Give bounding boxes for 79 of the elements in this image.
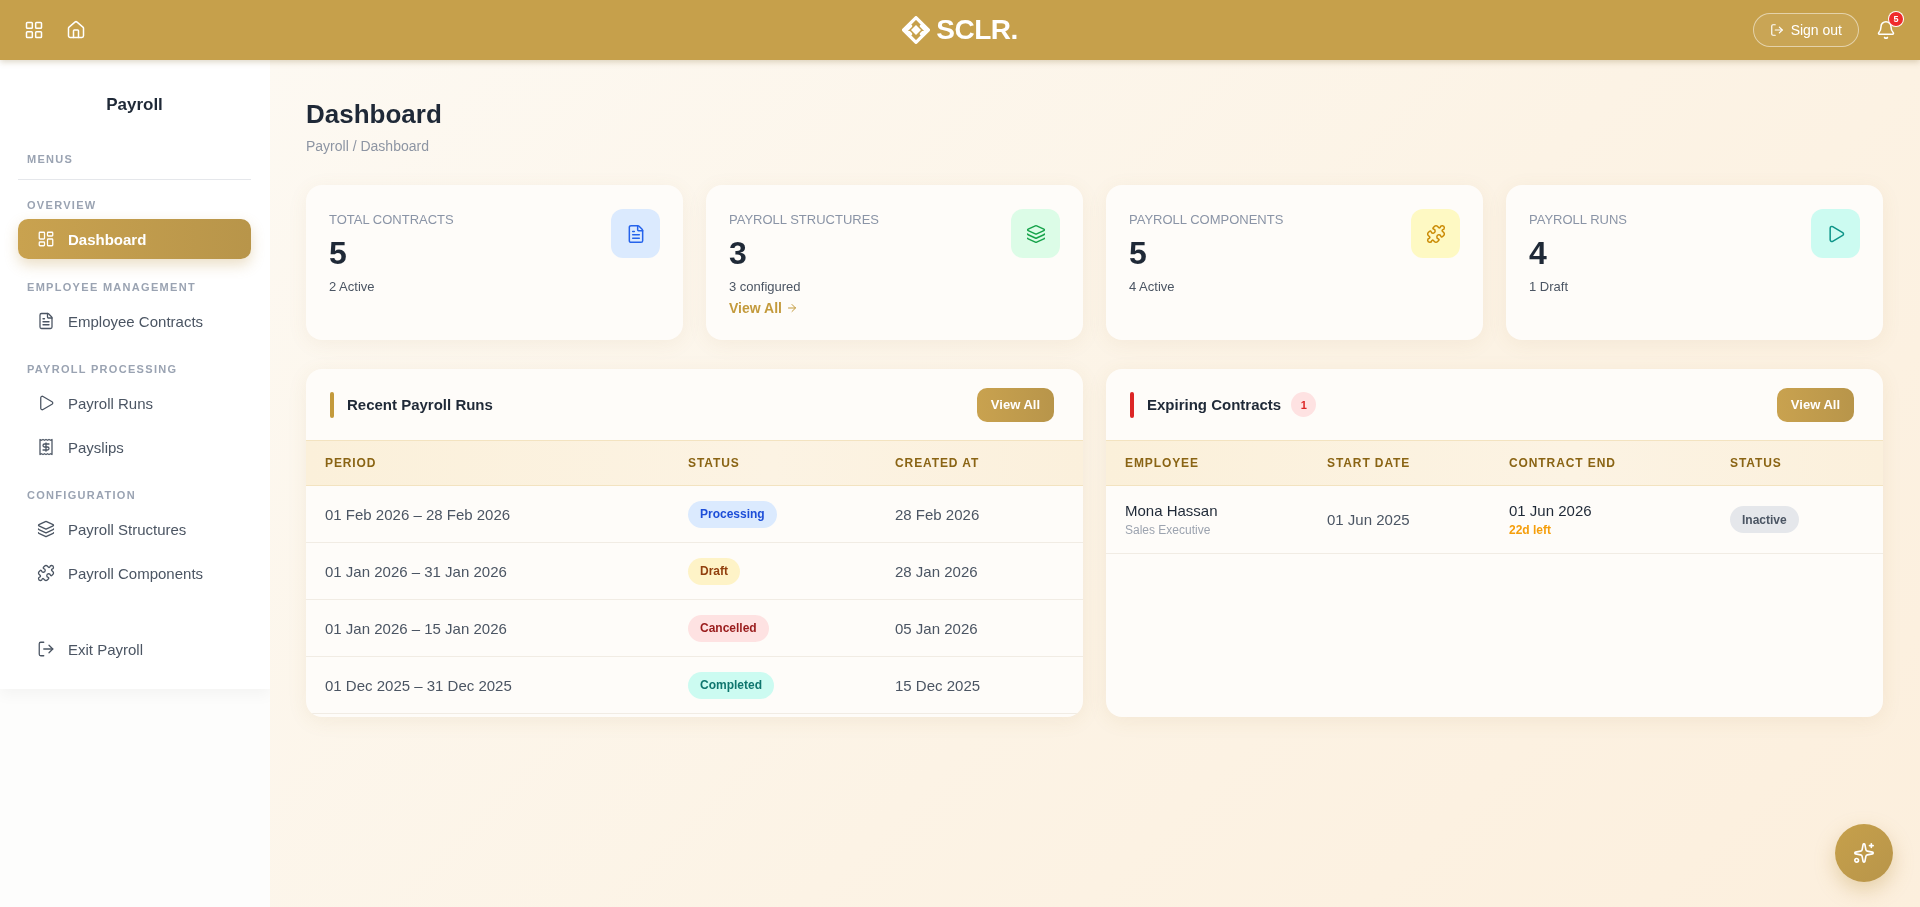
home-button[interactable] (66, 20, 86, 40)
table-cell-text: 01 Jan 2026 – 15 Jan 2026 (324, 619, 507, 637)
stat-caption: 4 Active (1129, 279, 1175, 295)
status-badge: Cancelled (688, 614, 769, 642)
puzzle-icon (1411, 209, 1460, 258)
breadcrumb: Payroll / Dashboard (306, 137, 430, 155)
column-header: STATUS (1729, 456, 1783, 470)
column-header: START DATE (1326, 456, 1412, 470)
status-badge: Processing (688, 500, 777, 528)
accent-bar (330, 391, 334, 418)
table-cell-text: 05 Jan 2026 (894, 619, 978, 637)
layers-icon (1011, 209, 1060, 258)
sidebar-item[interactable]: Payroll Runs (18, 383, 251, 423)
sidebar-section-label: CONFIGURATION (26, 488, 137, 502)
column-header: CREATED AT (894, 456, 981, 470)
table-cell-text: 28 Feb 2026 (894, 505, 980, 523)
stat-value: 5 (1129, 235, 1147, 271)
column-header: STATUS (687, 456, 741, 470)
layers-icon (37, 520, 55, 538)
notifications-button[interactable] (1876, 20, 1896, 40)
status-badge: Inactive (1730, 506, 1799, 533)
stat-caption: 3 configured (729, 279, 801, 295)
sidebar-section-label: EMPLOYEE MANAGEMENT (26, 280, 197, 294)
sidebar-section-label: PAYROLL PROCESSING (26, 362, 179, 376)
table-cell-text: 01 Feb 2026 – 28 Feb 2026 (324, 505, 511, 523)
status-badge: Draft (688, 557, 740, 585)
exit-payroll-link[interactable]: Exit Payroll (18, 629, 251, 669)
logout-icon (1769, 23, 1784, 37)
logout-icon (37, 640, 55, 658)
table-cell-text: 01 Jun 2025 (1326, 511, 1410, 528)
employee-role: Sales Executive (1125, 523, 1211, 538)
accent-bar (1130, 391, 1134, 418)
sidebar-item[interactable]: Payroll Components (18, 553, 251, 593)
sidebar-item[interactable]: Payslips (18, 427, 251, 467)
brand-name: SCLR. (936, 14, 1018, 46)
stat-value: 3 (729, 235, 747, 271)
stat-label: PAYROLL COMPONENTS (1129, 212, 1284, 228)
contract-end-date: 01 Jun 2026 (1509, 501, 1592, 520)
stat-label: TOTAL CONTRACTS (329, 212, 454, 228)
dashboard-grid-icon (37, 230, 55, 248)
table-cell-text: 01 Jan 2026 – 31 Jan 2026 (324, 562, 507, 580)
document-icon (37, 312, 55, 330)
stat-value: 4 (1529, 235, 1547, 271)
table-cell-text: 28 Jan 2026 (894, 562, 978, 580)
sidebar-title: Payroll (105, 94, 164, 116)
play-icon (37, 394, 55, 412)
home-icon (66, 20, 86, 40)
sidebar-section-label: OVERVIEW (26, 198, 98, 212)
sparkle-icon (1853, 842, 1875, 864)
bell-icon (1876, 20, 1896, 40)
diamond-logo-icon (902, 16, 931, 44)
column-header: CONTRACT END (1508, 456, 1617, 470)
status-badge: Completed (688, 671, 774, 699)
stat-caption: 2 Active (329, 279, 375, 295)
apps-grid-button[interactable] (24, 20, 44, 40)
card-title: Expiring Contracts (1147, 394, 1282, 415)
grid-icon (24, 20, 44, 40)
puzzle-icon (37, 564, 55, 582)
menus-label: MENUS (26, 152, 75, 166)
table-cell-text: 15 Dec 2025 (894, 676, 981, 694)
stat-value: 5 (329, 235, 347, 271)
stat-caption: 1 Draft (1529, 279, 1568, 295)
arrow-right-icon (785, 302, 798, 314)
employee-name: Mona Hassan (1125, 501, 1218, 520)
count-badge: 1 (1291, 392, 1317, 417)
table-cell-text: 01 Dec 2025 – 31 Dec 2025 (324, 676, 512, 694)
page-title: Dashboard (306, 98, 443, 130)
notification-count-badge: 5 (1889, 12, 1903, 26)
column-header: PERIOD (324, 456, 378, 470)
play-icon (1811, 209, 1860, 258)
card-title: Recent Payroll Runs (347, 394, 493, 415)
sidebar-item[interactable]: Employee Contracts (18, 301, 251, 341)
stat-label: PAYROLL STRUCTURES (729, 212, 879, 228)
stat-label: PAYROLL RUNS (1529, 212, 1627, 228)
receipt-icon (37, 438, 55, 456)
sidebar-item[interactable]: Payroll Structures (18, 509, 251, 549)
days-left: 22d left (1509, 523, 1551, 538)
document-icon (611, 209, 660, 258)
column-header: EMPLOYEE (1124, 456, 1200, 470)
